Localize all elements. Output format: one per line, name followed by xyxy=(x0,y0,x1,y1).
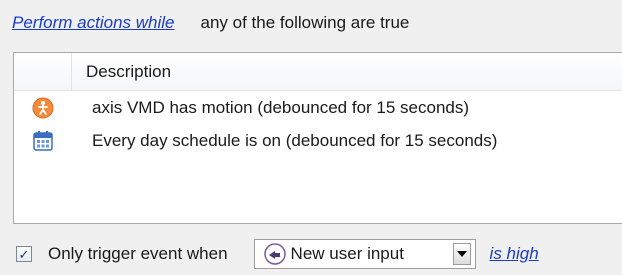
only-trigger-checkbox[interactable]: ✓ xyxy=(16,246,32,262)
calendar-schedule-icon xyxy=(33,130,53,151)
is-high-link[interactable]: is high xyxy=(490,244,539,264)
trigger-options-row: ✓ Only trigger event when New user input… xyxy=(16,239,539,269)
condition-row: Perform actions while any of the followi… xyxy=(12,8,409,38)
only-trigger-label: Only trigger event when xyxy=(48,244,228,263)
icon-column-header[interactable] xyxy=(14,53,72,90)
chevron-down-icon[interactable] xyxy=(452,243,471,265)
dropdown-value: New user input xyxy=(290,244,404,263)
description-column-header[interactable]: Description xyxy=(72,62,171,82)
trigger-source-dropdown[interactable]: New user input xyxy=(253,239,476,269)
motion-person-icon xyxy=(32,97,54,118)
table-row[interactable]: Every day schedule is on (debounced for … xyxy=(14,124,622,157)
row-description: Every day schedule is on (debounced for … xyxy=(92,130,498,150)
table-header: Description xyxy=(14,53,622,91)
table-row[interactable]: axis VMD has motion (debounced for 15 se… xyxy=(14,91,622,124)
user-input-hand-icon xyxy=(263,243,286,265)
row-description: axis VMD has motion (debounced for 15 se… xyxy=(92,97,470,117)
condition-text: any of the following are true xyxy=(200,13,410,32)
perform-actions-link[interactable]: Perform actions while xyxy=(12,13,175,33)
conditions-table: Description axis VMD has motion (debounc… xyxy=(13,52,622,224)
